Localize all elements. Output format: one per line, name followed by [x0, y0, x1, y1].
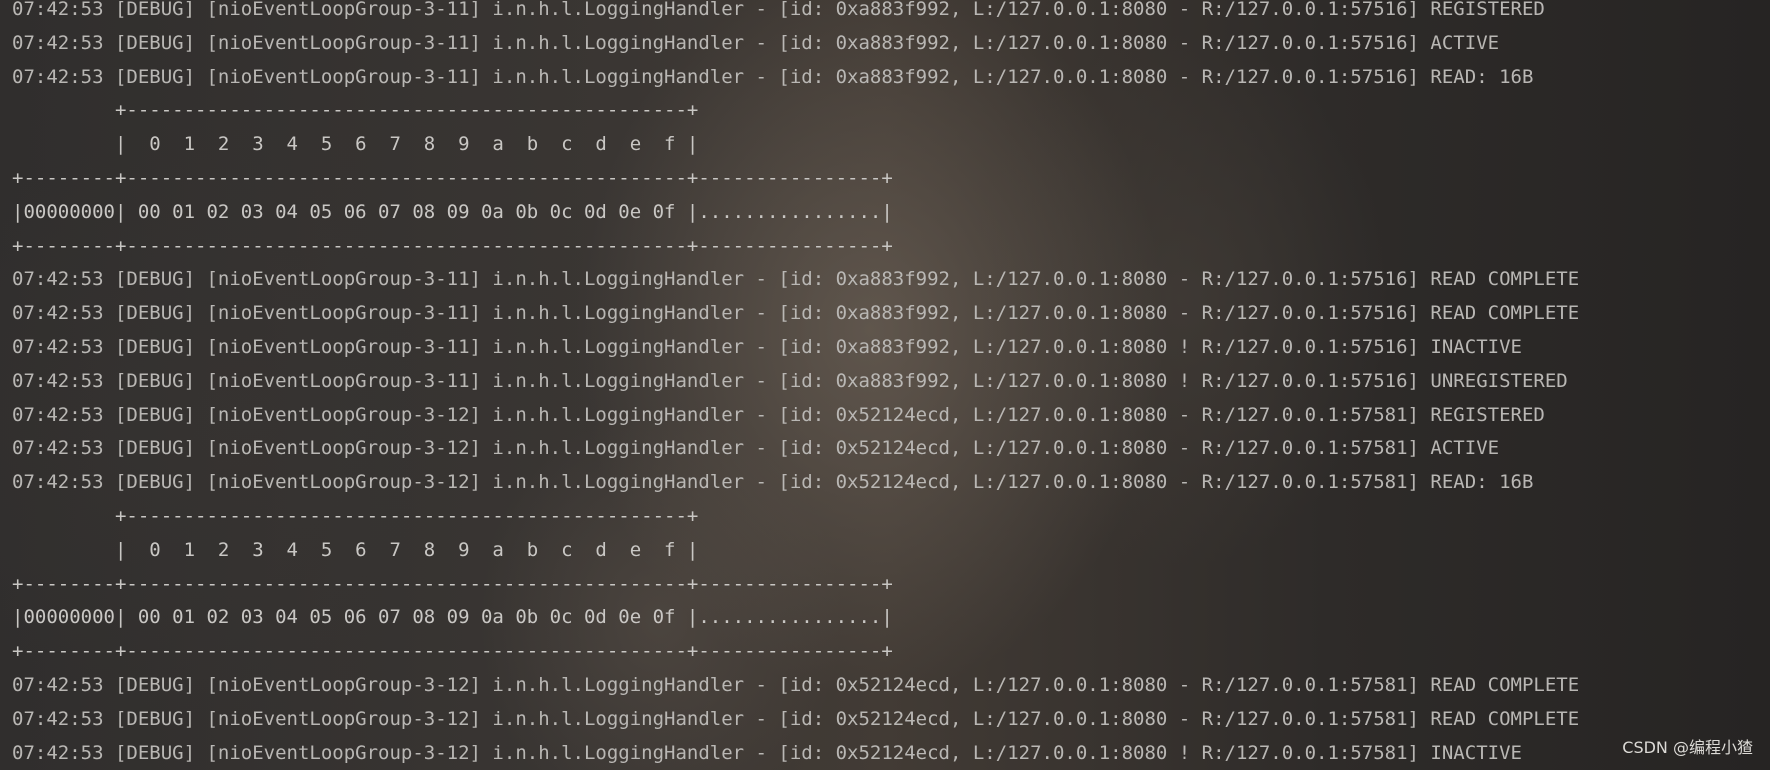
log-line: 07:42:53 [DEBUG] [nioEventLoopGroup-3-11… — [12, 0, 1545, 20]
hexdump-row: |00000000| 00 01 02 03 04 05 06 07 08 09… — [12, 200, 893, 223]
log-line: 07:42:53 [DEBUG] [nioEventLoopGroup-3-11… — [12, 65, 1534, 88]
hexdump-header: | 0 1 2 3 4 5 6 7 8 9 a b c d e f | — [12, 133, 699, 156]
log-line: 07:42:53 [DEBUG] [nioEventLoopGroup-3-12… — [12, 741, 1522, 764]
log-line: 07:42:53 [DEBUG] [nioEventLoopGroup-3-12… — [12, 437, 1500, 460]
hexdump-bottom-border: +--------+------------------------------… — [12, 234, 893, 257]
log-line: 07:42:53 [DEBUG] [nioEventLoopGroup-3-12… — [12, 471, 1534, 494]
csdn-watermark: CSDN @编程小猹 — [1622, 738, 1753, 757]
hexdump-separator: +--------+------------------------------… — [12, 166, 893, 189]
hexdump-header: | 0 1 2 3 4 5 6 7 8 9 a b c d e f | — [12, 538, 699, 561]
log-line: 07:42:53 [DEBUG] [nioEventLoopGroup-3-11… — [12, 335, 1522, 358]
log-line: 07:42:53 [DEBUG] [nioEventLoopGroup-3-11… — [12, 302, 1580, 325]
log-line: 07:42:53 [DEBUG] [nioEventLoopGroup-3-11… — [12, 31, 1500, 54]
log-line: 07:42:53 [DEBUG] [nioEventLoopGroup-3-12… — [12, 673, 1580, 696]
hexdump-top-border: +---------------------------------------… — [12, 504, 699, 527]
hexdump-row: |00000000| 00 01 02 03 04 05 06 07 08 09… — [12, 606, 893, 629]
log-line: 07:42:53 [DEBUG] [nioEventLoopGroup-3-12… — [12, 403, 1545, 426]
log-line: 07:42:53 [DEBUG] [nioEventLoopGroup-3-11… — [12, 268, 1580, 291]
console-output[interactable]: 07:42:53 [DEBUG] [nioEventLoopGroup-3-11… — [0, 0, 1770, 770]
log-lines: 07:42:53 [DEBUG] [nioEventLoopGroup-3-11… — [12, 0, 1579, 770]
log-line: 07:42:53 [DEBUG] [nioEventLoopGroup-3-12… — [12, 707, 1580, 730]
log-line: 07:42:53 [DEBUG] [nioEventLoopGroup-3-11… — [12, 369, 1568, 392]
hexdump-separator: +--------+------------------------------… — [12, 572, 893, 595]
hexdump-top-border: +---------------------------------------… — [12, 99, 699, 122]
hexdump-bottom-border: +--------+------------------------------… — [12, 640, 893, 663]
